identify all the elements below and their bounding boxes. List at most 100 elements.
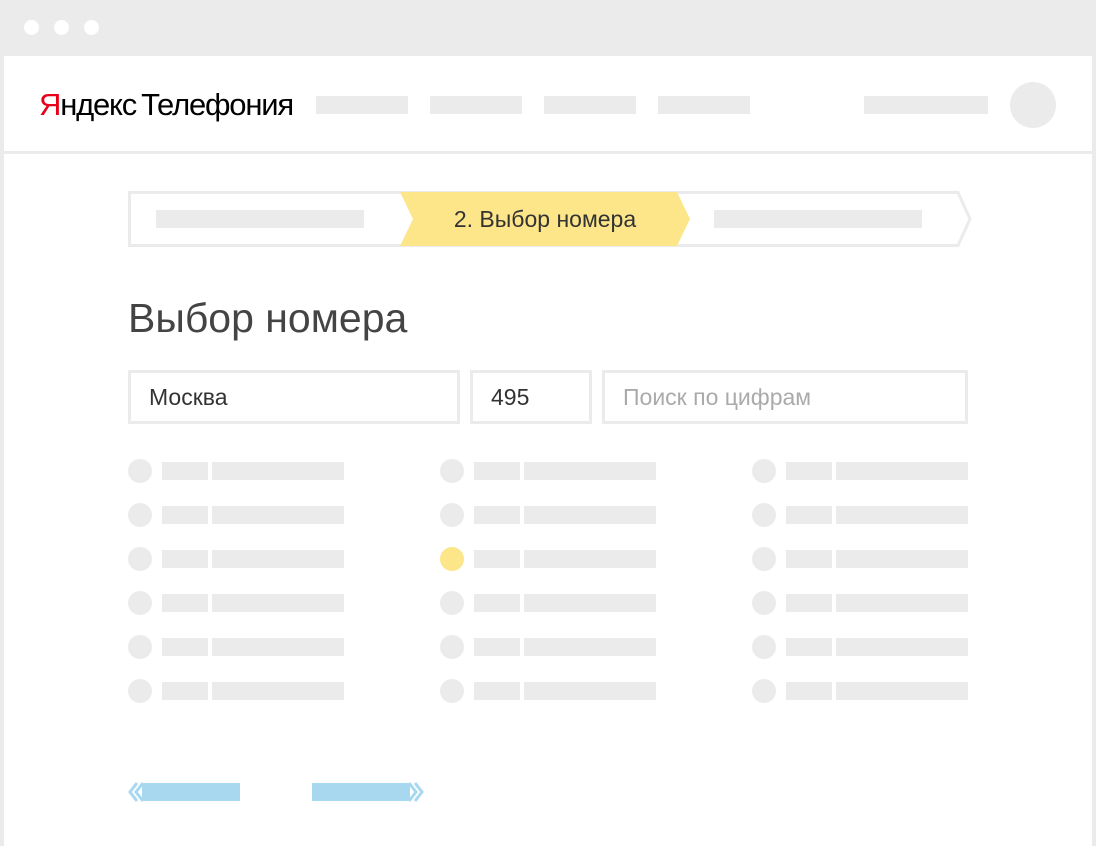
number-digits-placeholder (212, 462, 344, 480)
number-option[interactable] (752, 635, 972, 659)
number-option[interactable] (752, 679, 972, 703)
radio-button[interactable] (752, 459, 776, 483)
number-prefix-placeholder (474, 638, 520, 656)
number-prefix-placeholder (474, 682, 520, 700)
avatar[interactable] (1010, 82, 1056, 128)
user-menu[interactable] (864, 96, 988, 114)
radio-button[interactable] (128, 547, 152, 571)
radio-button[interactable] (128, 459, 152, 483)
radio-button[interactable] (440, 503, 464, 527)
number-prefix-placeholder (162, 638, 208, 656)
number-prefix-placeholder (162, 506, 208, 524)
number-option[interactable] (128, 459, 348, 483)
prev-page-button[interactable] (128, 782, 240, 802)
number-prefix-placeholder (474, 506, 520, 524)
number-digits-placeholder (212, 638, 344, 656)
browser-window: Яндекс Телефония 2. Выбор номера Выбор но… (4, 56, 1092, 846)
next-arrow-icon (312, 782, 424, 802)
number-prefix-placeholder (786, 594, 832, 612)
number-option[interactable] (752, 547, 972, 571)
number-digits-placeholder (524, 682, 656, 700)
number-digits-placeholder (524, 550, 656, 568)
number-prefix-placeholder (786, 682, 832, 700)
step-1[interactable] (156, 210, 364, 228)
radio-button[interactable] (128, 635, 152, 659)
number-option[interactable] (440, 635, 660, 659)
number-option[interactable] (128, 547, 348, 571)
nav-item-1[interactable] (316, 96, 408, 114)
nav-item-4[interactable] (658, 96, 750, 114)
number-prefix-placeholder (474, 462, 520, 480)
number-prefix-placeholder (786, 638, 832, 656)
step-2[interactable]: 2. Выбор номера (413, 191, 677, 247)
step-3[interactable] (714, 210, 922, 228)
radio-button[interactable] (440, 459, 464, 483)
number-digits-placeholder (836, 550, 968, 568)
radio-button[interactable] (752, 679, 776, 703)
number-option[interactable] (440, 503, 660, 527)
number-prefix-placeholder (162, 550, 208, 568)
page-title: Выбор номера (128, 295, 408, 341)
number-search-input[interactable]: Поиск по цифрам (602, 370, 968, 424)
nav-item-3[interactable] (544, 96, 636, 114)
logo-product: Телефония (141, 87, 294, 122)
area-code-select[interactable]: 495 (470, 370, 592, 424)
next-page-button[interactable] (312, 782, 424, 802)
window-minimize-button[interactable] (54, 20, 69, 35)
radio-button[interactable] (440, 635, 464, 659)
number-digits-placeholder (836, 506, 968, 524)
number-digits-placeholder (836, 638, 968, 656)
number-prefix-placeholder (786, 550, 832, 568)
radio-button[interactable] (128, 591, 152, 615)
radio-selected[interactable] (440, 547, 464, 571)
number-option[interactable] (752, 459, 972, 483)
prev-arrow-icon (128, 782, 240, 802)
number-option[interactable] (440, 591, 660, 615)
number-digits-placeholder (212, 594, 344, 612)
logo-brand-rest: ндекс (60, 87, 137, 122)
radio-button[interactable] (128, 503, 152, 527)
number-digits-placeholder (524, 462, 656, 480)
radio-button[interactable] (128, 679, 152, 703)
number-option[interactable] (128, 503, 348, 527)
number-option[interactable] (128, 591, 348, 615)
radio-button[interactable] (752, 547, 776, 571)
number-option[interactable] (752, 503, 972, 527)
number-prefix-placeholder (786, 462, 832, 480)
radio-button[interactable] (752, 503, 776, 527)
radio-button[interactable] (440, 679, 464, 703)
number-digits-placeholder (524, 506, 656, 524)
number-digits-placeholder (212, 682, 344, 700)
number-prefix-placeholder (162, 682, 208, 700)
radio-button[interactable] (752, 635, 776, 659)
window-close-button[interactable] (24, 20, 39, 35)
logo-brand-first: Я (39, 87, 61, 122)
number-prefix-placeholder (474, 594, 520, 612)
number-option[interactable] (752, 591, 972, 615)
step-2-label: 2. Выбор номера (453, 206, 637, 232)
window-maximize-button[interactable] (84, 20, 99, 35)
number-digits-placeholder (212, 506, 344, 524)
number-option[interactable] (128, 635, 348, 659)
number-digits-placeholder (524, 638, 656, 656)
city-select[interactable]: Москва (128, 370, 460, 424)
number-prefix-placeholder (162, 462, 208, 480)
yandex-telephony-logo[interactable]: Яндекс Телефония (39, 87, 294, 123)
browser-toolbar (0, 0, 1096, 56)
progress-stepper: 2. Выбор номера (128, 191, 972, 247)
radio-button[interactable] (440, 591, 464, 615)
number-option[interactable] (440, 459, 660, 483)
number-option[interactable] (128, 679, 348, 703)
number-prefix-placeholder (474, 550, 520, 568)
site-header: Яндекс Телефония (4, 56, 1092, 154)
number-digits-placeholder (524, 594, 656, 612)
number-prefix-placeholder (786, 506, 832, 524)
nav-item-2[interactable] (430, 96, 522, 114)
number-option[interactable] (440, 679, 660, 703)
number-digits-placeholder (836, 682, 968, 700)
radio-button[interactable] (752, 591, 776, 615)
number-digits-placeholder (836, 462, 968, 480)
number-prefix-placeholder (162, 594, 208, 612)
number-option[interactable] (440, 547, 660, 571)
number-digits-placeholder (212, 550, 344, 568)
